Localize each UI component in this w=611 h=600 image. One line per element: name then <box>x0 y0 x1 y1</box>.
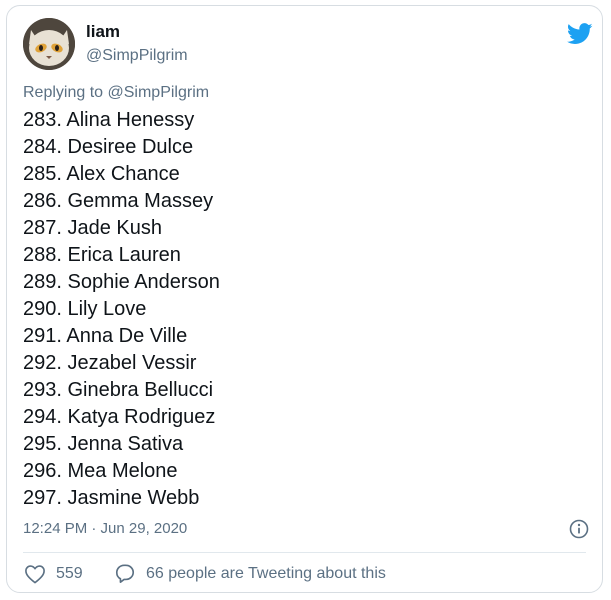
speech-bubble-icon[interactable] <box>114 563 136 584</box>
twitter-bird-icon[interactable] <box>566 23 593 45</box>
user-display-name[interactable]: liam <box>86 22 120 42</box>
list-item: 283. Alina Henessy <box>23 109 195 131</box>
user-handle[interactable]: @SimpPilgrim <box>86 47 188 65</box>
replying-to-label: Replying to <box>23 84 104 101</box>
avatar-image <box>23 18 75 70</box>
list-item: 285. Alex Chance <box>23 163 180 185</box>
reply-mention-link[interactable]: @SimpPilgrim <box>108 84 210 101</box>
info-icon[interactable] <box>569 519 589 539</box>
heart-icon[interactable] <box>24 564 46 584</box>
divider <box>23 552 586 553</box>
list-item: 297. Jasmine Webb <box>23 487 200 509</box>
list-item: 292. Jezabel Vessir <box>23 352 197 374</box>
list-item: 293. Ginebra Bellucci <box>23 379 214 401</box>
list-item: 287. Jade Kush <box>23 217 162 239</box>
tweet-timestamp[interactable]: 12:24 PM · Jun 29, 2020 <box>23 520 187 537</box>
list-item: 291. Anna De Ville <box>23 325 188 347</box>
replying-to-line: Replying to @SimpPilgrim <box>23 84 209 102</box>
list-item: 284. Desiree Dulce <box>23 136 194 158</box>
list-item: 296. Mea Melone <box>23 460 178 482</box>
tweet-card: liam @SimpPilgrim Replying to @SimpPilgr… <box>6 5 603 593</box>
avatar[interactable] <box>23 18 75 70</box>
list-item: 289. Sophie Anderson <box>23 271 220 293</box>
like-count[interactable]: 559 <box>56 565 83 583</box>
list-item: 295. Jenna Sativa <box>23 433 184 455</box>
list-item: 290. Lily Love <box>23 298 147 320</box>
list-item: 288. Erica Lauren <box>23 244 181 266</box>
list-item: 286. Gemma Massey <box>23 190 214 212</box>
tweeting-about-link[interactable]: 66 people are Tweeting about this <box>146 565 386 583</box>
tweet-text-list: 283. Alina Henessy 284. Desiree Dulce 28… <box>23 107 220 512</box>
list-item: 294. Katya Rodriguez <box>23 406 216 428</box>
